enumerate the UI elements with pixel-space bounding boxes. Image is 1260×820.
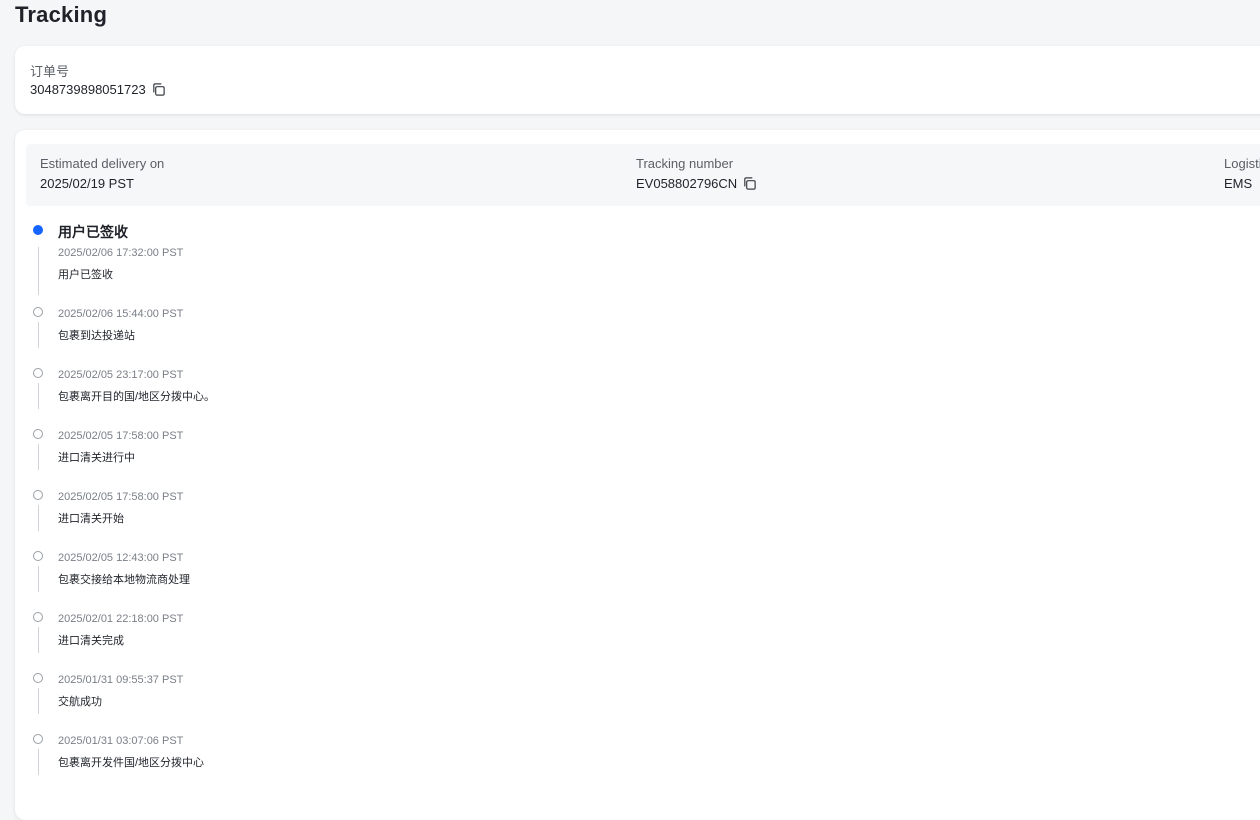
timeline-event-desc: 包裹离开发件国/地区分拨中心 (58, 757, 205, 769)
timeline-event-time: 2025/02/06 15:44:00 PST (58, 308, 184, 320)
status-dot-icon (33, 490, 43, 500)
timeline-event-time: 2025/01/31 09:55:37 PST (58, 674, 184, 686)
logistics-provider-label: Logisti (1224, 156, 1260, 171)
timeline-event-desc: 包裹到达投递站 (58, 330, 135, 342)
tracking-number: Tracking number EV058802796CN (636, 156, 757, 191)
timeline-event-desc: 进口清关完成 (58, 635, 124, 647)
logistics-provider: Logisti EMS (1224, 156, 1260, 191)
order-card: 订单号 3048739898051723 (15, 46, 1260, 114)
timeline-connector (38, 505, 39, 531)
timeline-event-time: 2025/02/05 23:17:00 PST (58, 369, 184, 381)
active-status-dot-icon (33, 225, 43, 235)
status-dot-icon (33, 429, 43, 439)
order-number-row: 3048739898051723 (30, 82, 166, 97)
tracking-number-row: EV058802796CN (636, 176, 757, 191)
timeline-connector (38, 688, 39, 714)
timeline-event-desc: 包裹交接给本地物流商处理 (58, 574, 190, 586)
timeline-event-time: 2025/02/05 17:58:00 PST (58, 430, 184, 442)
timeline-connector (38, 383, 39, 409)
page-title: Tracking (15, 2, 108, 27)
timeline-event-desc: 进口清关开始 (58, 513, 124, 525)
timeline-event-time: 2025/02/01 22:18:00 PST (58, 613, 184, 625)
status-dot-icon (33, 307, 43, 317)
order-number-value: 3048739898051723 (30, 82, 146, 97)
status-dot-icon (33, 612, 43, 622)
timeline-event-desc: 交航成功 (58, 696, 102, 708)
logistics-provider-value: EMS (1224, 176, 1253, 191)
copy-icon[interactable] (742, 176, 757, 191)
status-dot-icon (33, 673, 43, 683)
timeline-connector (38, 566, 39, 592)
delivery-summary: Estimated delivery on 2025/02/19 PST Tra… (26, 144, 1260, 206)
order-number-label: 订单号 (30, 64, 70, 79)
status-dot-icon (33, 551, 43, 561)
timeline-event-time: 2025/02/05 12:43:00 PST (58, 552, 184, 564)
timeline-event-desc: 包裹离开目的国/地区分拨中心。 (58, 391, 216, 403)
status-dot-icon (33, 368, 43, 378)
timeline-event-time: 2025/02/05 17:58:00 PST (58, 491, 184, 503)
timeline-current-status: 用户已签收 (58, 224, 128, 240)
tracking-card: Estimated delivery on 2025/02/19 PST Tra… (15, 130, 1260, 820)
timeline-connector (38, 444, 39, 470)
timeline-connector (38, 247, 39, 295)
copy-icon[interactable] (151, 82, 166, 97)
timeline-connector (38, 749, 39, 775)
timeline-event-desc: 用户已签收 (58, 269, 113, 281)
timeline-event-time: 2025/02/06 17:32:00 PST (58, 247, 184, 259)
estimated-delivery-value: 2025/02/19 PST (40, 176, 134, 191)
timeline-event-time: 2025/01/31 03:07:06 PST (58, 735, 184, 747)
estimated-delivery: Estimated delivery on 2025/02/19 PST (40, 156, 164, 191)
timeline-connector (38, 322, 39, 348)
tracking-number-label: Tracking number (636, 156, 734, 171)
timeline-connector (38, 627, 39, 653)
status-dot-icon (33, 734, 43, 744)
timeline-event-desc: 进口清关进行中 (58, 452, 135, 464)
estimated-delivery-label: Estimated delivery on (40, 156, 165, 171)
tracking-number-value: EV058802796CN (636, 176, 738, 191)
